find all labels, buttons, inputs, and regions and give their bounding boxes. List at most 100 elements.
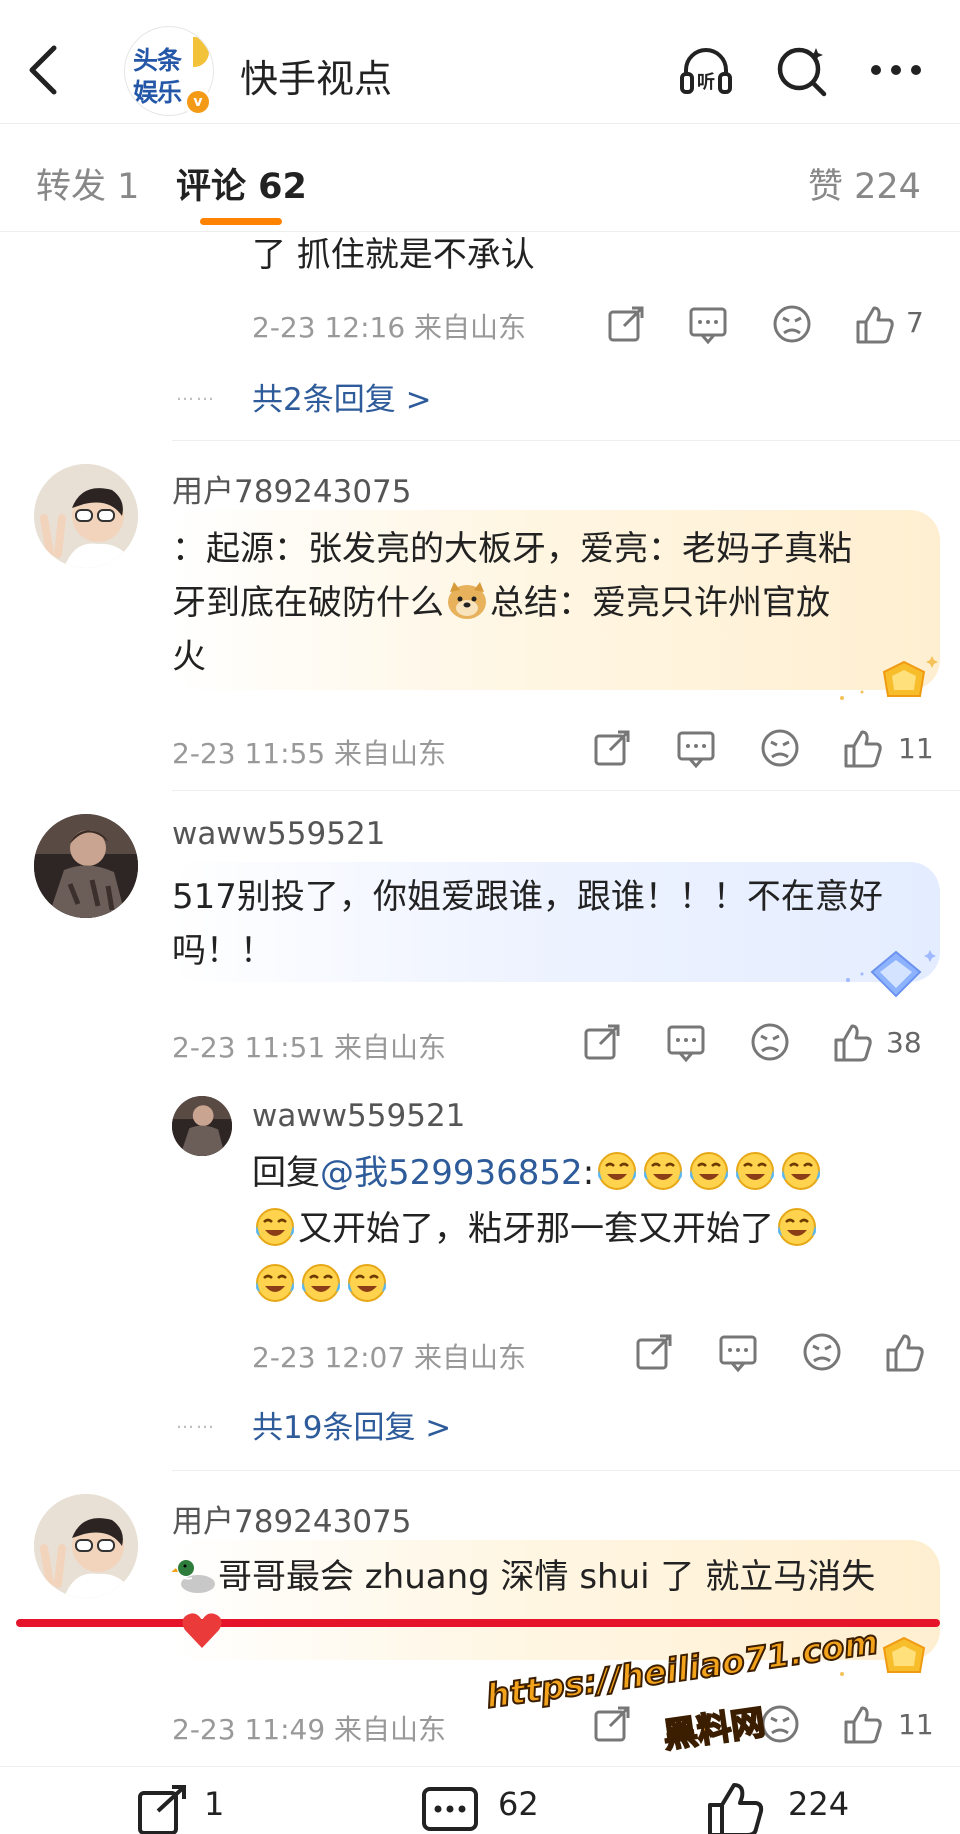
comment-text-line: 吗！！ xyxy=(172,931,274,971)
like-count: 11 xyxy=(898,732,934,765)
verified-badge-icon: v xyxy=(184,88,212,116)
more-replies-dots: …… xyxy=(176,384,216,405)
reply-username[interactable]: waww559521 xyxy=(252,1098,465,1134)
logo-moon-shape xyxy=(193,37,209,67)
bottom-action-bar: 1 62 224 xyxy=(0,1766,960,1834)
comment-text-line: 火 xyxy=(172,637,206,677)
more-replies-link[interactable]: 共19条回复 > xyxy=(252,1402,451,1447)
more-replies-dots: …… xyxy=(176,1412,216,1433)
reply-prefix: 回复 xyxy=(252,1153,320,1193)
dislike-face-icon[interactable] xyxy=(770,302,814,346)
like-thumb-icon[interactable] xyxy=(830,1020,874,1064)
crying-laughing-emoji-icon xyxy=(256,1264,294,1302)
reply-comment-icon[interactable] xyxy=(716,1330,760,1374)
share-icon[interactable] xyxy=(580,1020,624,1064)
comment-divider xyxy=(172,440,960,441)
reply-user-avatar[interactable] xyxy=(172,1096,232,1156)
comment-text-line: ：起源：张发亮的大板牙，爱亮：老妈子真粘 xyxy=(172,529,852,569)
share-icon[interactable] xyxy=(604,302,648,346)
crying-laughing-emoji-icon xyxy=(690,1152,729,1190)
tab-bar: 转发 1 评论 62 赞 224 xyxy=(0,124,960,232)
back-arrow-icon[interactable] xyxy=(24,40,64,100)
like-count-total[interactable]: 224 xyxy=(788,1785,849,1823)
comment-text-segment: 总结：爱亮只许州官放 xyxy=(490,583,830,623)
comment-text-line: 哥哥最会 zhuang 深情 shui 了 就立马消失 xyxy=(172,1548,875,1606)
doge-emoji-icon xyxy=(448,582,486,619)
comment-text-line: 517别投了，你姐爱跟谁，跟谁！！！不在意好 xyxy=(172,877,883,917)
listen-icon-label: 听 xyxy=(697,71,715,93)
crying-laughing-emoji-icon xyxy=(256,1208,294,1246)
comment-text-segment: 牙到底在破防什么 xyxy=(172,583,444,623)
watermark-site-name: 黑料网 xyxy=(660,1702,769,1758)
comment-text-line: 牙到底在破防什么 总结：爱亮只许州官放 xyxy=(172,574,830,632)
red-underline-annotation xyxy=(16,1619,940,1627)
comment-count[interactable]: 62 xyxy=(498,1785,539,1823)
active-tab-indicator xyxy=(200,218,282,225)
dislike-face-icon[interactable] xyxy=(758,726,802,770)
repost-count[interactable]: 1 xyxy=(204,1785,224,1823)
like-count: 38 xyxy=(886,1026,922,1059)
tab-likes[interactable]: 赞 224 xyxy=(808,158,921,209)
reply-colon: : xyxy=(582,1153,595,1193)
comment-meta: 2-23 11:51 来自山东 xyxy=(172,1031,447,1064)
crying-laughing-emoji-icon xyxy=(302,1264,340,1302)
repost-icon[interactable] xyxy=(134,1783,190,1834)
reply-text-line xyxy=(252,1256,390,1314)
crying-laughing-emoji-icon xyxy=(782,1152,821,1190)
dislike-face-icon[interactable] xyxy=(800,1330,844,1374)
like-count: 7 xyxy=(906,306,924,339)
reply-comment-icon[interactable] xyxy=(686,302,730,346)
like-thumb-icon[interactable] xyxy=(852,302,896,346)
user-avatar-art xyxy=(34,1494,138,1598)
reply-text-line: 回复@我529936852: xyxy=(252,1144,824,1202)
dislike-face-icon[interactable] xyxy=(748,1020,792,1064)
crying-laughing-emoji-icon xyxy=(778,1208,816,1246)
comment-text-line: 了 抓住就是不承认 xyxy=(252,235,535,275)
logo-text-line2: 娱乐 xyxy=(133,78,182,107)
user-avatar-art xyxy=(34,464,138,568)
page-title[interactable]: 快手视点 xyxy=(240,48,392,103)
more-options-icon[interactable] xyxy=(866,40,926,100)
user-avatar[interactable] xyxy=(34,464,138,568)
share-icon[interactable] xyxy=(632,1330,676,1374)
comment-username[interactable]: 用户789243075 xyxy=(172,466,412,511)
blue-diamond-fan-badge-icon xyxy=(846,950,936,998)
share-icon[interactable] xyxy=(590,726,634,770)
reply-meta: 2-23 12:07 来自山东 xyxy=(252,1341,527,1374)
comment-divider xyxy=(172,790,960,791)
reply-text-segment: 又开始了，粘牙那一套又开始了 xyxy=(298,1209,774,1249)
logo-text-line1: 头条 xyxy=(133,46,182,75)
reply-text-line: 又开始了，粘牙那一套又开始了 xyxy=(252,1200,820,1258)
user-avatar-art xyxy=(34,814,138,918)
like-thumb-icon[interactable] xyxy=(882,1330,926,1374)
comment-meta: 2-23 11:55 来自山东 xyxy=(172,737,447,770)
heart-icon xyxy=(182,1613,222,1648)
comment-username[interactable]: waww559521 xyxy=(172,816,385,852)
reply-mention-link[interactable]: @我529936852 xyxy=(320,1153,583,1193)
reply-comment-icon[interactable] xyxy=(674,726,718,770)
search-icon[interactable] xyxy=(772,40,832,100)
crying-laughing-emoji-icon xyxy=(736,1152,775,1190)
listen-headphones-icon[interactable]: 听 xyxy=(676,40,736,100)
comment-icon[interactable] xyxy=(420,1783,480,1834)
comment-meta: 2-23 12:16 来自山东 xyxy=(252,311,527,344)
crying-laughing-emoji-icon xyxy=(644,1152,683,1190)
like-thumb-icon[interactable] xyxy=(840,726,884,770)
more-replies-link[interactable]: 共2条回复 > xyxy=(252,374,432,419)
reply-avatar-art xyxy=(172,1096,232,1156)
like-thumb-icon[interactable] xyxy=(706,1783,766,1834)
comment-meta: 2-23 11:49 来自山东 xyxy=(172,1713,447,1746)
crying-laughing-emoji-icon xyxy=(348,1264,386,1302)
crying-laughing-emoji-icon xyxy=(598,1152,637,1190)
reply-comment-icon[interactable] xyxy=(664,1020,708,1064)
user-avatar[interactable] xyxy=(34,1494,138,1598)
top-bar: 头条 娱乐 v 快手视点 听 xyxy=(0,0,960,124)
user-avatar[interactable] xyxy=(34,814,138,918)
duck-emoji-icon xyxy=(172,1560,215,1593)
tab-comments[interactable]: 评论 62 xyxy=(176,158,307,209)
comment-text-segment: 哥哥最会 zhuang 深情 shui 了 就立马消失 xyxy=(218,1557,876,1597)
comment-username[interactable]: 用户789243075 xyxy=(172,1496,412,1541)
gold-fan-badge-icon xyxy=(840,656,938,700)
tab-repost[interactable]: 转发 1 xyxy=(36,158,139,209)
comment-divider xyxy=(172,1470,960,1471)
